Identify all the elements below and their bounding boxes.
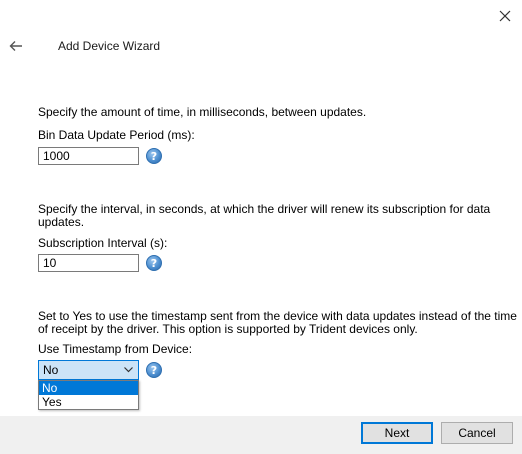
- wizard-title: Add Device Wizard: [58, 39, 161, 53]
- timestamp-description-line2: of receipt by the driver. This option is…: [38, 322, 418, 336]
- back-button[interactable]: [6, 36, 26, 56]
- timestamp-select-value: No: [43, 363, 59, 377]
- timestamp-dropdown-list: No Yes: [38, 380, 139, 410]
- subscription-description-line2: updates.: [38, 215, 85, 229]
- subscription-interval-input[interactable]: [38, 254, 139, 272]
- next-button[interactable]: Next: [361, 422, 433, 444]
- help-icon[interactable]: ?: [146, 148, 162, 164]
- cancel-button[interactable]: Cancel: [441, 422, 513, 444]
- bin-period-description: Specify the amount of time, in milliseco…: [38, 105, 367, 119]
- bin-period-label: Bin Data Update Period (ms):: [38, 128, 195, 142]
- bin-period-input[interactable]: [38, 147, 139, 165]
- help-icon[interactable]: ?: [146, 255, 162, 271]
- close-button[interactable]: [492, 4, 518, 28]
- timestamp-select[interactable]: No: [38, 360, 139, 380]
- help-icon[interactable]: ?: [146, 362, 162, 378]
- back-arrow-icon: [9, 41, 22, 51]
- dropdown-option-no[interactable]: No: [39, 381, 138, 395]
- dropdown-option-yes[interactable]: Yes: [39, 395, 138, 409]
- chevron-down-icon: [124, 367, 133, 373]
- timestamp-label: Use Timestamp from Device:: [38, 342, 193, 356]
- close-icon: [499, 10, 511, 22]
- subscription-description-line1: Specify the interval, in seconds, at whi…: [38, 202, 491, 216]
- subscription-label: Subscription Interval (s):: [38, 236, 168, 250]
